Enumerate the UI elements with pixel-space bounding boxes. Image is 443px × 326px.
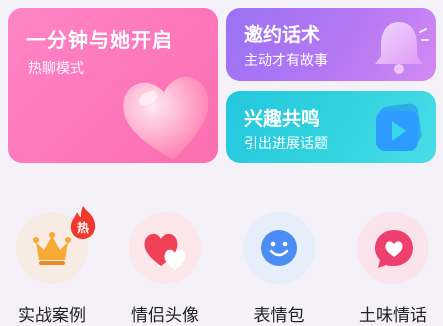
shortcut-icon-bg (243, 212, 315, 284)
card-title: 一分钟与她开启 (26, 28, 173, 52)
shortcut-icon-bg: 热 (16, 206, 96, 284)
card-subtitle: 主动才有故事 (244, 53, 328, 69)
shortcut-cheesy-lines[interactable]: 土味情话 (356, 212, 430, 326)
couple-hearts-icon (144, 233, 186, 270)
shortcut-case-studies[interactable]: 热 实战案例 (15, 206, 96, 326)
card-title: 邀约话术 (244, 24, 321, 46)
card-title: 兴趣共鸣 (244, 108, 321, 130)
interest-resonance-card[interactable]: 兴趣共鸣 引出进展话题 (226, 91, 436, 163)
shortcut-icon-bg (129, 212, 201, 284)
hot-badge-label: 热 (76, 221, 89, 235)
shortcut-label: 表情包 (253, 306, 305, 326)
shortcut-icon-bg (357, 212, 429, 284)
hot-chat-card[interactable]: 一分钟与她开启 热聊模式 (8, 8, 218, 163)
smiley-icon (261, 230, 297, 266)
shortcut-label: 实战案例 (18, 306, 86, 326)
card-subtitle: 热聊模式 (28, 61, 84, 77)
shortcut-stickers[interactable]: 表情包 (242, 212, 316, 326)
shortcut-label: 情侣头像 (131, 306, 199, 326)
love-chat-bubble-icon (375, 230, 413, 268)
card-subtitle: 引出进展话题 (244, 136, 328, 152)
video-play-icon (376, 103, 422, 151)
shortcut-label: 土味情话 (359, 306, 427, 326)
invite-script-card[interactable]: 邀约话术 主动才有故事 (226, 8, 436, 81)
shortcut-couple-avatars[interactable]: 情侣头像 (128, 212, 202, 326)
hot-badge: 热 (66, 204, 100, 240)
bell-icon (375, 22, 429, 74)
heart-balloon-icon (123, 77, 209, 160)
